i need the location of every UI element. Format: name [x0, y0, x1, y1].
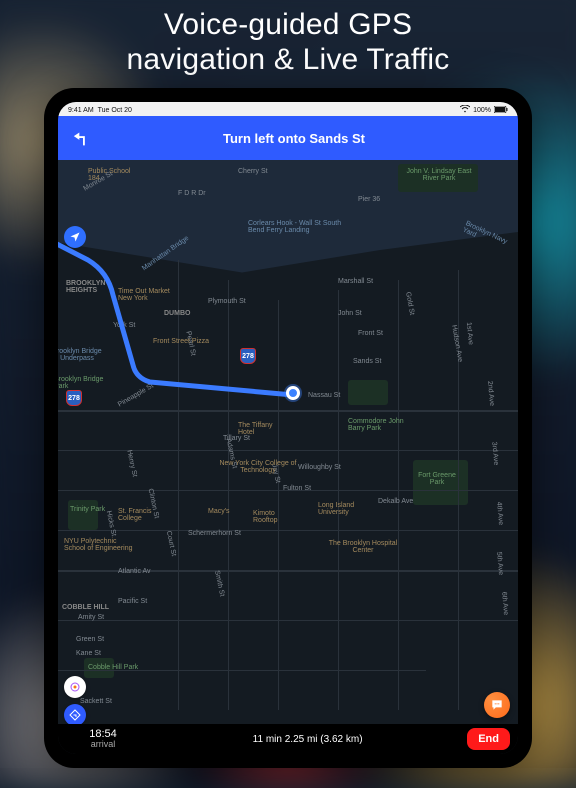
street-label: Pier 36	[358, 196, 380, 203]
street-label: 3rd Ave	[490, 441, 499, 465]
road	[278, 300, 279, 710]
street-label: Smith St	[213, 570, 225, 597]
poi-label: NYU Polytechnic School of Engineering	[64, 538, 134, 552]
street-label: Schermerhorn St	[188, 530, 241, 537]
street-label: F D R Dr	[178, 190, 206, 197]
poi-label: COBBLE HILL	[62, 604, 109, 611]
street-label: Plymouth St	[208, 298, 246, 305]
poi-label: Fort Greene Park	[412, 472, 462, 486]
poi-label: The Brooklyn Hospital Center	[328, 540, 398, 554]
poi-label: Corlears Hook - Wall St South Bend Ferry…	[248, 220, 358, 234]
chat-button[interactable]	[484, 692, 510, 718]
poi-label: BROOKLYN HEIGHTS	[66, 280, 121, 294]
road	[228, 280, 229, 710]
street-label: Sackett St	[80, 698, 112, 705]
status-battery: 100%	[473, 107, 491, 114]
tablet-frame: 9:41 AM Tue Oct 20 100% Turn left onto S…	[44, 88, 532, 768]
poi-label: New York City College of Technology	[218, 460, 298, 474]
marketing-headline: Voice-guided GPS navigation & Live Traff…	[0, 0, 576, 77]
road	[178, 260, 179, 710]
street-label: Fulton St	[283, 485, 311, 492]
poi-label: St. Francis College	[118, 508, 168, 522]
status-date: Tue Oct 20	[98, 107, 132, 114]
wifi-icon	[460, 105, 470, 115]
street-label: 2nd Ave	[486, 381, 495, 407]
end-button[interactable]: End	[467, 728, 510, 750]
highway-shield: 278	[240, 348, 256, 364]
street-label: Sands St	[353, 358, 381, 365]
headline-line2: navigation & Live Traffic	[127, 43, 450, 76]
road	[338, 290, 339, 710]
directions-list-button[interactable]	[64, 704, 86, 726]
street-label: Henry St	[125, 449, 138, 477]
poi-label: Macy's	[208, 508, 230, 515]
street-label: Court St	[165, 530, 177, 557]
eta-label: arrival	[58, 740, 148, 750]
waypoint-button[interactable]	[64, 676, 86, 698]
street-label: Nassau St	[308, 392, 340, 399]
battery-icon	[494, 106, 508, 115]
street-label: Atlantic Av	[118, 568, 151, 575]
street-label: Marshall St	[338, 278, 373, 285]
poi-label: DUMBO	[164, 310, 190, 317]
map-view[interactable]: 278 278 Cherry St F D R Dr Pier 36 Marsh…	[58, 160, 518, 754]
street-label: John St	[338, 310, 362, 317]
street-label: Front St	[358, 330, 383, 337]
poi-label: The Tiffany Hotel	[238, 422, 288, 436]
screen: 9:41 AM Tue Oct 20 100% Turn left onto S…	[58, 102, 518, 754]
poi-label: Brooklyn Bridge Underpass	[58, 348, 102, 362]
street-label: 1st Ave	[465, 322, 474, 345]
street-label: Kane St	[76, 650, 101, 657]
poi-label: John V. Lindsay East River Park	[404, 168, 474, 182]
poi-label: Time Out Market New York	[118, 288, 178, 302]
nav-instruction: Turn left onto Sands St	[114, 131, 504, 146]
street-label: 4th Ave	[495, 502, 504, 526]
poi-label: Kimoto Rooftop	[253, 510, 293, 524]
highway-shield: 278	[66, 390, 82, 406]
trip-summary: 11 min 2.25 mi (3.62 km)	[148, 734, 467, 745]
park	[68, 500, 98, 530]
current-location-dot	[286, 386, 300, 400]
street-label: Pineapple St	[117, 383, 155, 409]
street-label: Gold St	[404, 291, 415, 315]
poi-label: Long Island University	[318, 502, 378, 516]
street-label: Amity St	[78, 614, 104, 621]
road	[58, 620, 518, 621]
poi-label: Front Street Pizza	[153, 338, 209, 345]
road	[58, 410, 518, 412]
street-label: 6th Ave	[500, 592, 509, 616]
headline-line1: Voice-guided GPS	[164, 8, 412, 41]
street-label: York St	[113, 322, 135, 329]
eta-block[interactable]: 18:54 arrival	[58, 728, 148, 750]
recenter-button[interactable]	[64, 226, 86, 248]
street-label: 5th Ave	[495, 552, 504, 576]
street-label: Dekalb Ave	[378, 498, 413, 505]
trip-info-bar: 18:54 arrival 11 min 2.25 mi (3.62 km) E…	[58, 724, 518, 754]
poi-label: Cobble Hill Park	[88, 664, 138, 671]
poi-label: Brooklyn Bridge Park	[58, 376, 109, 390]
street-label: Pacific St	[118, 598, 147, 605]
status-left: 9:41 AM Tue Oct 20	[68, 107, 132, 114]
street-label: Hicks St	[105, 510, 117, 537]
turn-left-icon	[72, 127, 94, 149]
poi-label: Trinity Park	[70, 506, 110, 513]
street-label: Cherry St	[238, 168, 268, 175]
road	[58, 530, 518, 531]
poi-label: Commodore John Barry Park	[348, 418, 418, 432]
status-bar: 9:41 AM Tue Oct 20 100%	[58, 102, 518, 116]
park	[348, 380, 388, 405]
street-label: Willoughby St	[298, 464, 341, 471]
status-time: 9:41 AM	[68, 107, 94, 114]
status-right: 100%	[460, 105, 508, 115]
street-label: Green St	[76, 636, 104, 643]
road	[398, 280, 399, 710]
poi-label: Public School 184	[88, 168, 138, 182]
navigation-header[interactable]: Turn left onto Sands St	[58, 116, 518, 160]
street-label: Hudson Ave	[450, 324, 463, 362]
